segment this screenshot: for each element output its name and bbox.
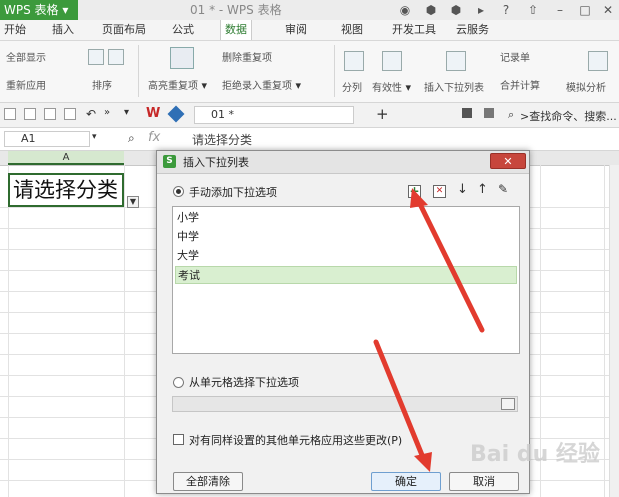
arrow-to-add-icon [415, 197, 485, 333]
annotation-arrows [373, 188, 485, 472]
arrow-to-ok-button [373, 339, 427, 463]
watermark: Bai du 经验 [470, 442, 600, 467]
arrow-head [410, 188, 428, 208]
arrow-head [414, 452, 432, 472]
